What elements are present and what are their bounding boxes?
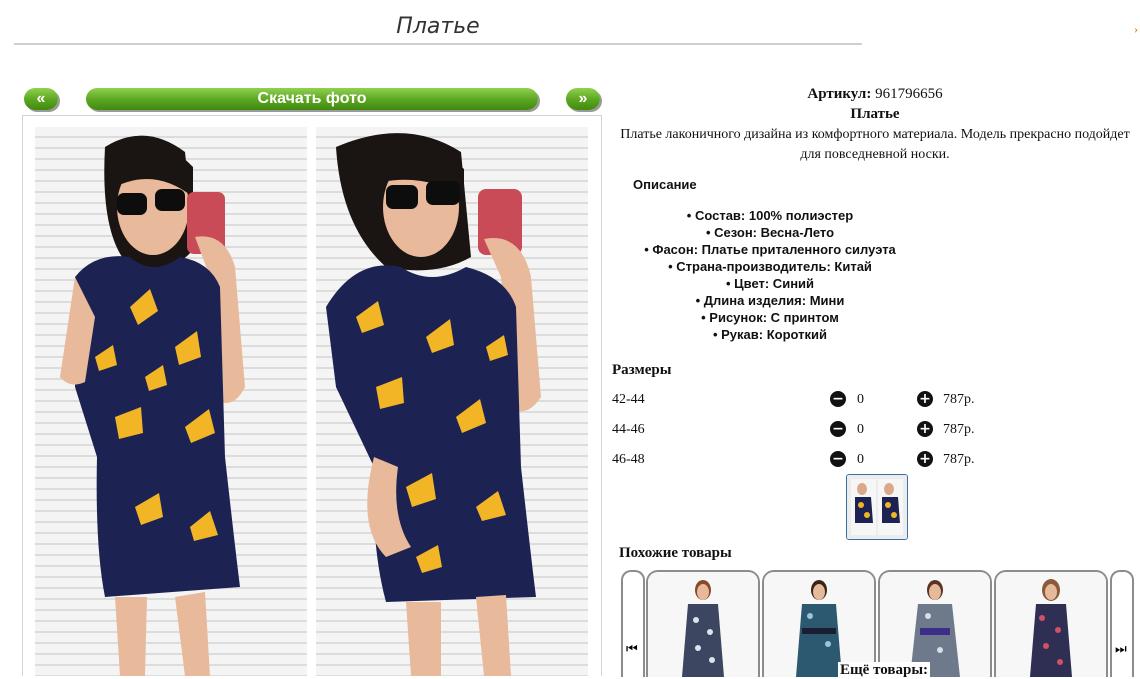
similar-product-card[interactable] [994,570,1108,677]
price-value: 787р. [943,422,975,437]
sku-value: 961796656 [875,86,943,102]
size-label: 46-48 [612,452,645,467]
minus-icon[interactable]: − [830,391,846,407]
product-short-description: Платье лаконичного дизайна из комфортног… [620,127,1130,162]
similar-product-card[interactable] [878,570,992,677]
next-photo-button[interactable]: » [566,88,600,110]
size-row: 46-48 − 0 + 787р. [612,448,1032,472]
feature-item: Страна-производитель: Китай [610,258,930,275]
feature-item: Состав: 100% полиэстер [610,207,930,224]
prev-photo-button[interactable]: « [24,88,58,110]
edge-arrow-icon[interactable]: › [1134,22,1140,36]
quantity-value: 0 [857,422,864,437]
feature-item: Рисунок: С принтом [610,309,930,326]
feature-item: Цвет: Синий [610,275,930,292]
feature-item: Сезон: Весна-Лето [610,224,930,241]
title-divider [14,43,862,45]
page-title: Платье [396,14,480,39]
feature-list: Состав: 100% полиэстер Сезон: Весна-Лето… [610,207,930,343]
plus-icon[interactable]: + [917,391,933,407]
more-products-link[interactable]: Ещё товары: [838,662,931,679]
description-heading: Описание [633,177,697,192]
size-label: 42-44 [612,392,645,407]
feature-item: Фасон: Платье приталенного силуэта [610,241,930,258]
sku-label: Артикул: [807,86,872,102]
similar-product-card[interactable] [762,570,876,677]
product-photo-frame [22,115,602,676]
size-row: 42-44 − 0 + 787р. [612,388,1032,412]
feature-item: Рукав: Короткий [610,326,930,343]
carousel-next-button[interactable]: ⏭ [1110,570,1134,677]
minus-icon[interactable]: − [830,451,846,467]
minus-icon[interactable]: − [830,421,846,437]
plus-icon[interactable]: + [917,421,933,437]
feature-item: Длина изделия: Мини [610,292,930,309]
carousel-prev-button[interactable]: ⏮ [621,570,645,677]
skip-forward-icon: ⏭ [1115,642,1127,657]
similar-products-heading: Похожие товары [619,545,732,561]
download-photo-button[interactable]: Скачать фото [86,88,538,110]
product-photo-2 [316,127,588,676]
skip-back-icon: ⏮ [626,642,638,657]
product-info: Артикул: 961796656 Платье Платье лаконич… [610,84,1140,165]
price-value: 787р. [943,392,975,407]
photo-thumbnail[interactable] [846,474,908,540]
price-value: 787р. [943,452,975,467]
quantity-value: 0 [857,392,864,407]
similar-product-card[interactable] [646,570,760,677]
quantity-value: 0 [857,452,864,467]
size-row: 44-46 − 0 + 787р. [612,418,1032,442]
plus-icon[interactable]: + [917,451,933,467]
sizes-heading: Размеры [612,362,672,378]
sku-line: Артикул: 961796656 [610,84,1140,104]
product-name: Платье [850,106,900,122]
size-label: 44-46 [612,422,645,437]
product-photo-1 [35,127,307,676]
